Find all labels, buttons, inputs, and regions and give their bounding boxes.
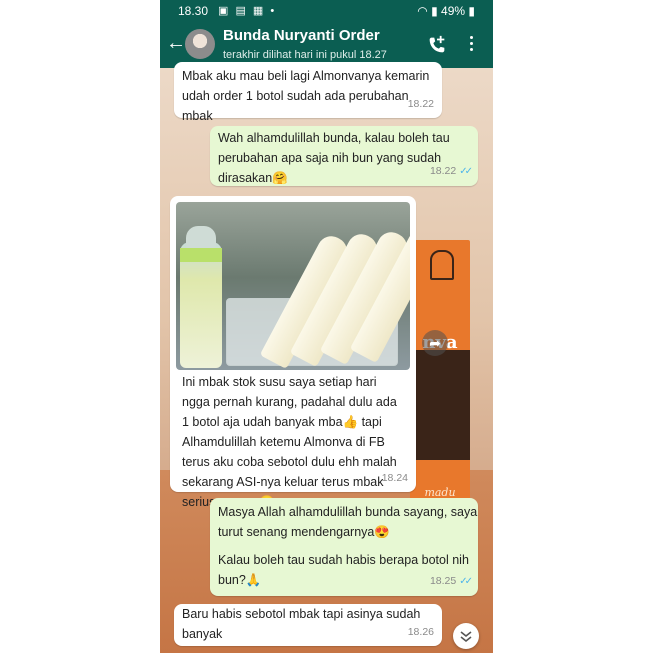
message-incoming[interactable]: Mbak aku mau beli lagi Almonvanya kemari…: [174, 62, 442, 123]
contact-name[interactable]: Bunda Nuryanti Order: [223, 27, 380, 44]
scroll-down-button[interactable]: [453, 623, 479, 649]
read-ticks-icon: ✓✓: [459, 166, 473, 177]
breast-milk-photo[interactable]: [176, 202, 410, 370]
message-time: 18.22: [407, 98, 434, 110]
more-options-icon[interactable]: [468, 34, 476, 54]
message-text: Wah alhamdulillah bunda, kalau boleh tau…: [218, 131, 450, 185]
message-outgoing[interactable]: Masya Allah alhamdulillah bunda sayang, …: [210, 498, 478, 596]
battery-level: 49%: [441, 4, 466, 18]
status-bar: 18.30 ▣ ▤ ▦ • ◠ ▮ 49% ▮: [160, 0, 493, 22]
message-outgoing[interactable]: Wah alhamdulillah bunda, kalau boleh tau…: [210, 126, 478, 186]
message-time: 18.26: [407, 626, 434, 638]
message-text: Masya Allah alhamdulillah bunda sayang, …: [218, 505, 478, 539]
message-time: 18.25: [429, 575, 457, 587]
baby-bottle: [180, 226, 222, 368]
notification-icons: ▣ ▤ ▦ •: [218, 5, 277, 17]
add-call-icon[interactable]: [426, 34, 448, 56]
message-meta: 18.22 ✓✓: [429, 161, 473, 182]
status-right: ◠ ▮ 49% ▮: [417, 4, 475, 18]
status-time: 18.30: [178, 4, 209, 18]
read-ticks-icon: ✓✓: [459, 576, 473, 587]
last-seen: terakhir dilihat hari ini pukul 18.27: [223, 49, 387, 61]
message-text: Baru habis sebotol mbak tapi asinya suda…: [182, 607, 421, 641]
product-band: [410, 350, 470, 460]
halal-logo: [430, 250, 454, 280]
chevron-down-icon: [460, 631, 472, 643]
chat-screen: nva madu herbal 18.30 ▣ ▤ ▦ • ◠ ▮ 49% ▮ …: [160, 0, 493, 653]
signal-icon: ▮: [431, 4, 438, 18]
product-box: nva madu herbal: [410, 240, 470, 512]
battery-icon: ▮: [468, 4, 475, 18]
message-text: Ini mbak stok susu saya setiap hari ngga…: [182, 375, 397, 509]
forward-icon[interactable]: ➦: [422, 330, 448, 356]
wifi-icon: ◠: [417, 4, 428, 18]
message-meta: 18.25 ✓✓: [429, 571, 473, 592]
message-incoming-photo[interactable]: Ini mbak stok susu saya setiap hari ngga…: [170, 196, 416, 509]
bottle-ring: [180, 248, 222, 262]
back-arrow-icon[interactable]: ←: [166, 32, 186, 55]
message-incoming[interactable]: Baru habis sebotol mbak tapi asinya suda…: [174, 604, 442, 646]
message-text: Mbak aku mau beli lagi Almonvanya kemari…: [182, 69, 430, 123]
bottle-cap: [186, 226, 216, 248]
message-time: 18.24: [381, 472, 408, 484]
message-time: 18.22: [429, 165, 457, 177]
avatar[interactable]: [185, 29, 215, 59]
